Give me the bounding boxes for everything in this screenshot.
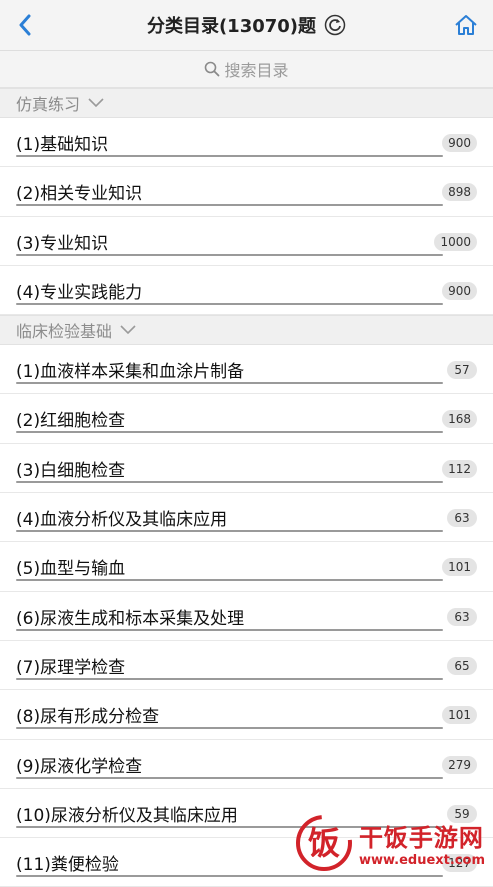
count-badge: 101 [442, 558, 477, 577]
progress-track [16, 530, 443, 533]
count-badge: 279 [442, 755, 477, 774]
list-item[interactable]: (4)血液分析仪及其临床应用 63 [0, 493, 493, 543]
progress-track [16, 480, 443, 483]
list-item[interactable]: (8)尿有形成分检查 101 [0, 690, 493, 740]
home-button[interactable] [451, 10, 481, 40]
list-item[interactable]: (4)专业实践能力 900 [0, 266, 493, 316]
list-item-label: (1)基础知识 [16, 135, 109, 155]
watermark-name: 干饭手游网 [358, 824, 484, 852]
list-item[interactable]: (1)基础知识 900 [0, 118, 493, 168]
list-item-label: (5)血型与输血 [16, 559, 126, 580]
list-item[interactable]: (7)尿理学检查 65 [0, 641, 493, 691]
section-header[interactable]: 仿真练习 [0, 88, 493, 118]
list-item-label: (8)尿有形成分检查 [16, 707, 160, 728]
list-item-label: (2)红细胞检查 [16, 411, 126, 432]
list-item[interactable]: (1)血液样本采集和血涂片制备 57 [0, 345, 493, 395]
count-badge: 900 [442, 134, 477, 152]
progress-track [16, 302, 443, 305]
chevron-down-icon [120, 325, 136, 335]
list-item-label: (7)尿理学检查 [16, 657, 126, 678]
section-header[interactable]: 临床检验基础 [0, 315, 493, 346]
count-badge: 112 [442, 459, 477, 478]
list-item-label: (11)粪便检验 [16, 855, 119, 876]
refresh-icon [324, 14, 346, 36]
progress-track [16, 579, 443, 582]
progress-track [16, 431, 443, 434]
refresh-button[interactable] [324, 14, 346, 36]
list-item-label: (1)血液样本采集和血涂片制备 [16, 362, 245, 383]
home-icon [455, 15, 477, 35]
count-badge: 900 [442, 281, 477, 300]
progress-track [16, 253, 443, 256]
count-badge: 63 [447, 607, 477, 626]
list-item-label: (6)尿液生成和标本采集及处理 [16, 608, 245, 629]
list-item-label: (10)尿液分析仪及其临床应用 [16, 805, 238, 826]
count-badge: 63 [447, 509, 477, 528]
catalog-list: 仿真练习 (1)基础知识 900 (2)相关专业知识 898 (3)专业知识 1000 (4)… [0, 88, 493, 887]
progress-track [16, 628, 443, 631]
list-item[interactable]: (9)尿液化学检查 279 [0, 740, 493, 789]
progress-track [16, 677, 443, 680]
list-item[interactable]: (2)红细胞检查 168 [0, 394, 493, 444]
list-item-label: (4)血液分析仪及其临床应用 [16, 510, 228, 531]
list-item-label: (3)专业知识 [16, 233, 109, 254]
progress-track [16, 776, 443, 779]
progress-track [16, 204, 443, 207]
list-item-label: (4)专业实践能力 [16, 282, 143, 303]
list-item[interactable]: (2)相关专业知识 898 [0, 167, 493, 217]
search-icon [205, 61, 220, 77]
count-badge: 898 [442, 183, 477, 202]
search-placeholder: 搜索目录 [224, 61, 289, 80]
search-bar[interactable]: 搜索目录 [0, 51, 493, 88]
count-badge: 101 [442, 706, 477, 725]
count-badge: 65 [447, 656, 477, 675]
watermark-url: www.eduext.com [358, 853, 485, 868]
progress-track [16, 727, 443, 730]
progress-track [16, 155, 443, 157]
watermark-logo-char: 饭 [308, 824, 340, 862]
list-item[interactable]: (6)尿液生成和标本采集及处理 63 [0, 592, 493, 641]
count-badge: 1000 [434, 232, 477, 251]
list-item[interactable]: (5)血型与输血 101 [0, 542, 493, 592]
top-bar: 分类目录(13070)题 [0, 0, 493, 51]
progress-track [16, 382, 443, 385]
count-badge: 168 [442, 410, 477, 429]
watermark: 饭 干饭手游网 www.eduext.com [295, 814, 485, 872]
list-item-label: (9)尿液化学检查 [16, 756, 143, 777]
section-label: 仿真练习 [16, 95, 81, 114]
chevron-down-icon [88, 98, 104, 108]
page-title: 分类目录(13070)题 [146, 16, 317, 37]
count-badge: 57 [447, 361, 477, 380]
list-item-label: (2)相关专业知识 [16, 184, 143, 205]
progress-track [16, 875, 443, 878]
watermark-logo: 饭 [295, 815, 352, 871]
section-label: 临床检验基础 [16, 322, 113, 342]
list-item[interactable]: (3)白细胞检查 112 [0, 444, 493, 494]
list-item-label: (3)白细胞检查 [16, 460, 126, 481]
list-item[interactable]: (3)专业知识 1000 [0, 217, 493, 266]
